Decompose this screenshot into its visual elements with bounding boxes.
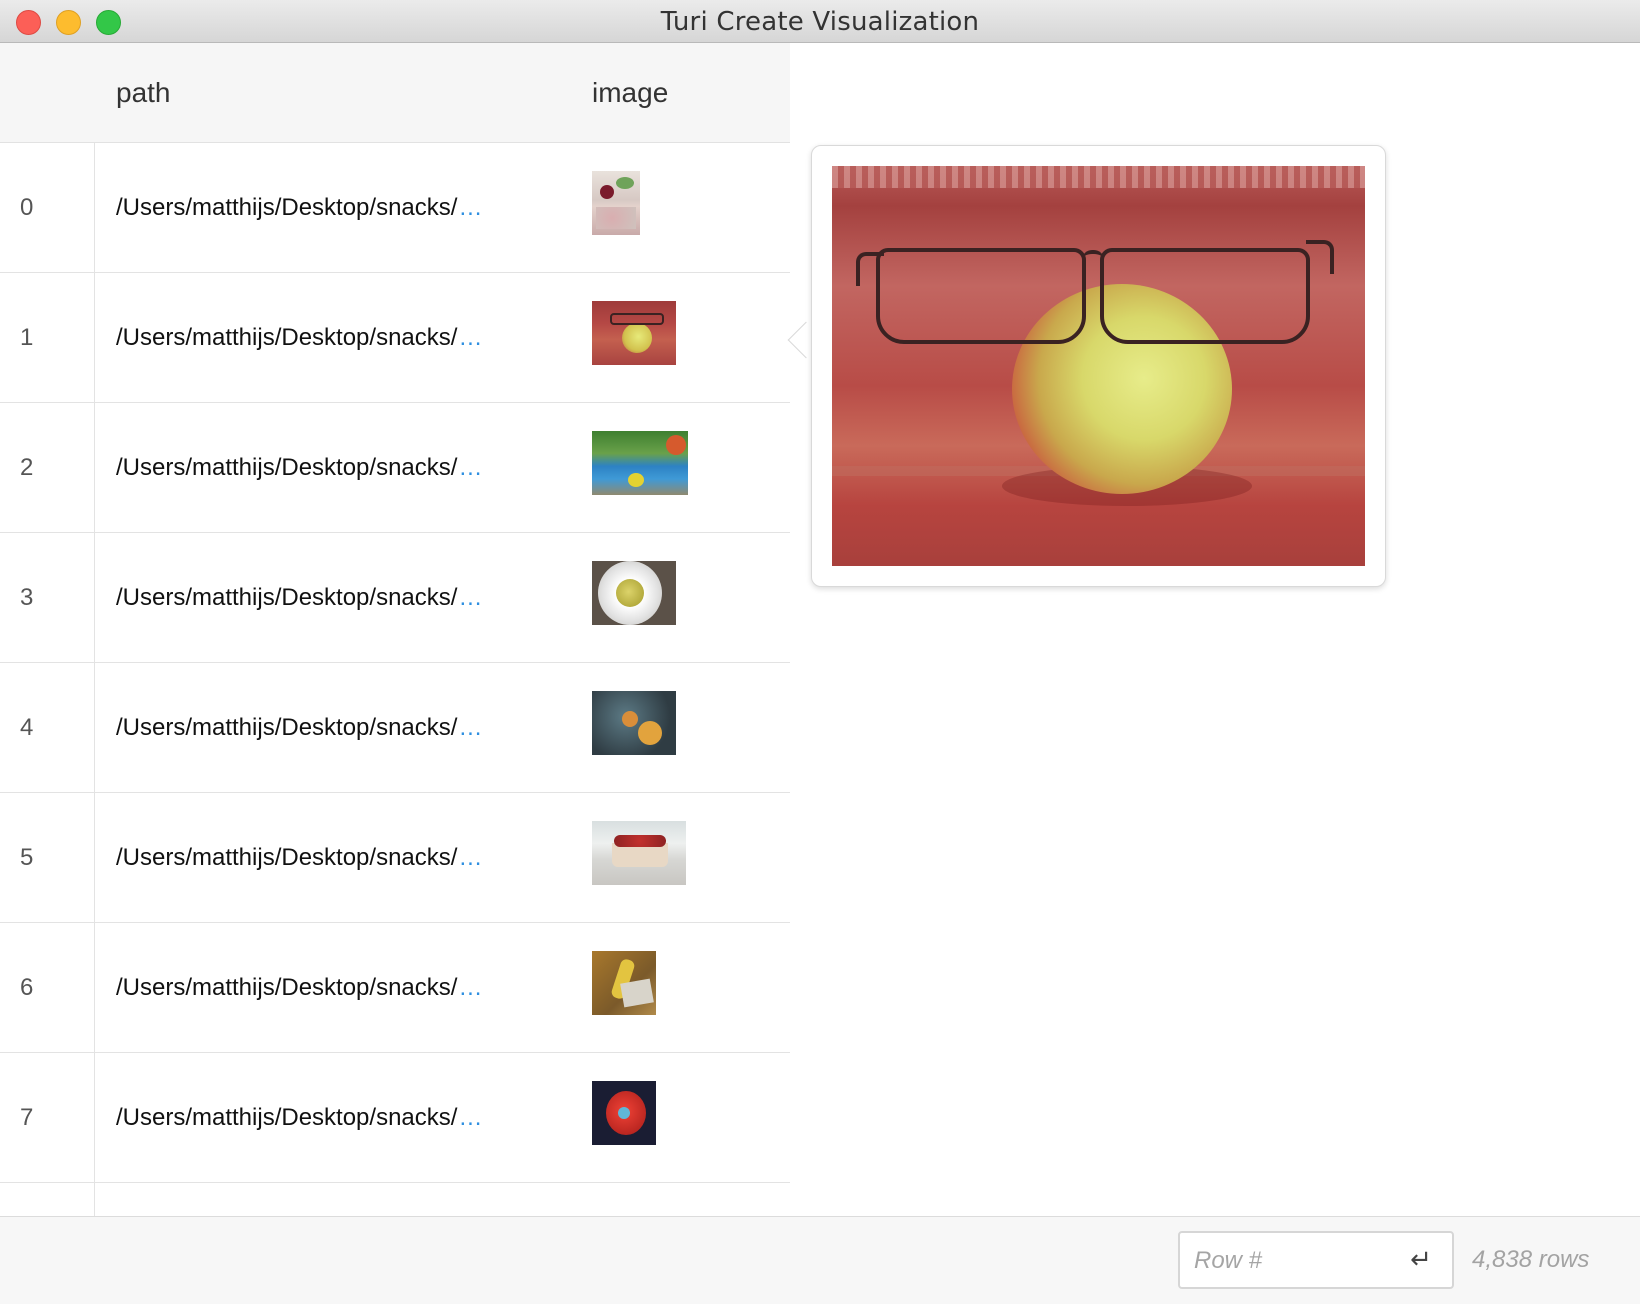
- path-text: /Users/matthijs/Desktop/snacks/: [116, 974, 458, 1001]
- image-thumbnail[interactable]: [592, 951, 656, 1015]
- path-expand-ellipsis[interactable]: ...: [459, 1104, 482, 1131]
- path-text: /Users/matthijs/Desktop/snacks/: [116, 844, 458, 871]
- image-thumbnail[interactable]: [592, 1081, 656, 1145]
- row-index: 0: [20, 194, 34, 221]
- path-text: /Users/matthijs/Desktop/snacks/: [116, 324, 458, 351]
- image-preview-popover: [811, 145, 1386, 587]
- row-index: 4: [20, 714, 34, 741]
- row-number-input[interactable]: [1192, 1239, 1396, 1283]
- row-index: 1: [20, 324, 34, 351]
- footer-bar: ↵ 4,838 rows: [0, 1216, 1640, 1304]
- table-row[interactable]: [0, 1183, 790, 1216]
- row-index: 5: [20, 844, 34, 871]
- path-expand-ellipsis[interactable]: ...: [459, 714, 482, 741]
- image-thumbnail[interactable]: [592, 171, 640, 235]
- row-index: 7: [20, 1104, 34, 1131]
- table-row[interactable]: 5 /Users/matthijs/Desktop/snacks/...: [0, 793, 790, 923]
- path-cell: /Users/matthijs/Desktop/snacks/...: [116, 533, 482, 663]
- table-row[interactable]: 0 /Users/matthijs/Desktop/snacks/...: [0, 143, 790, 273]
- table-row[interactable]: 6 /Users/matthijs/Desktop/snacks/...: [0, 923, 790, 1053]
- table-body: 0 /Users/matthijs/Desktop/snacks/... 1 /…: [0, 143, 790, 1216]
- path-cell: /Users/matthijs/Desktop/snacks/...: [116, 1053, 482, 1183]
- table-row[interactable]: 3 /Users/matthijs/Desktop/snacks/...: [0, 533, 790, 663]
- return-arrow-icon[interactable]: ↵: [1406, 1245, 1436, 1275]
- row-number-field[interactable]: ↵: [1178, 1231, 1454, 1289]
- image-thumbnail[interactable]: [592, 301, 676, 365]
- path-expand-ellipsis[interactable]: ...: [459, 974, 482, 1001]
- image-preview: [832, 166, 1365, 566]
- path-expand-ellipsis[interactable]: ...: [459, 844, 482, 871]
- image-thumbnail[interactable]: [592, 561, 676, 625]
- data-table: path image 0 /Users/matthijs/Desktop/sna…: [0, 43, 790, 1216]
- path-cell: /Users/matthijs/Desktop/snacks/...: [116, 273, 482, 403]
- path-text: /Users/matthijs/Desktop/snacks/: [116, 714, 458, 741]
- title-bar[interactable]: Turi Create Visualization: [0, 0, 1640, 43]
- row-index: 3: [20, 584, 34, 611]
- column-header-image[interactable]: image: [592, 43, 668, 143]
- table-row[interactable]: 4 /Users/matthijs/Desktop/snacks/...: [0, 663, 790, 793]
- path-text: /Users/matthijs/Desktop/snacks/: [116, 1104, 458, 1131]
- image-thumbnail[interactable]: [592, 691, 676, 755]
- image-thumbnail[interactable]: [592, 431, 688, 495]
- table-header: path image: [0, 43, 790, 143]
- path-text: /Users/matthijs/Desktop/snacks/: [116, 454, 458, 481]
- path-expand-ellipsis[interactable]: ...: [459, 324, 482, 351]
- path-text: /Users/matthijs/Desktop/snacks/: [116, 194, 458, 221]
- path-expand-ellipsis[interactable]: ...: [459, 584, 482, 611]
- image-thumbnail[interactable]: [592, 821, 686, 885]
- row-index: 2: [20, 454, 34, 481]
- app-window: Turi Create Visualization path image 0 /…: [0, 0, 1640, 1304]
- path-cell: /Users/matthijs/Desktop/snacks/...: [116, 143, 482, 273]
- column-header-path[interactable]: path: [116, 43, 171, 143]
- table-row[interactable]: 1 /Users/matthijs/Desktop/snacks/...: [0, 273, 790, 403]
- path-cell: /Users/matthijs/Desktop/snacks/...: [116, 793, 482, 923]
- window-title: Turi Create Visualization: [660, 7, 980, 37]
- path-expand-ellipsis[interactable]: ...: [459, 194, 482, 221]
- table-row[interactable]: 7 /Users/matthijs/Desktop/snacks/...: [0, 1053, 790, 1183]
- row-index: 6: [20, 974, 34, 1001]
- table-row[interactable]: 2 /Users/matthijs/Desktop/snacks/...: [0, 403, 790, 533]
- row-count-label: 4,838 rows: [1472, 1246, 1590, 1273]
- path-text: /Users/matthijs/Desktop/snacks/: [116, 584, 458, 611]
- path-cell: /Users/matthijs/Desktop/snacks/...: [116, 663, 482, 793]
- path-expand-ellipsis[interactable]: ...: [459, 454, 482, 481]
- path-cell: /Users/matthijs/Desktop/snacks/...: [116, 403, 482, 533]
- path-cell: /Users/matthijs/Desktop/snacks/...: [116, 923, 482, 1053]
